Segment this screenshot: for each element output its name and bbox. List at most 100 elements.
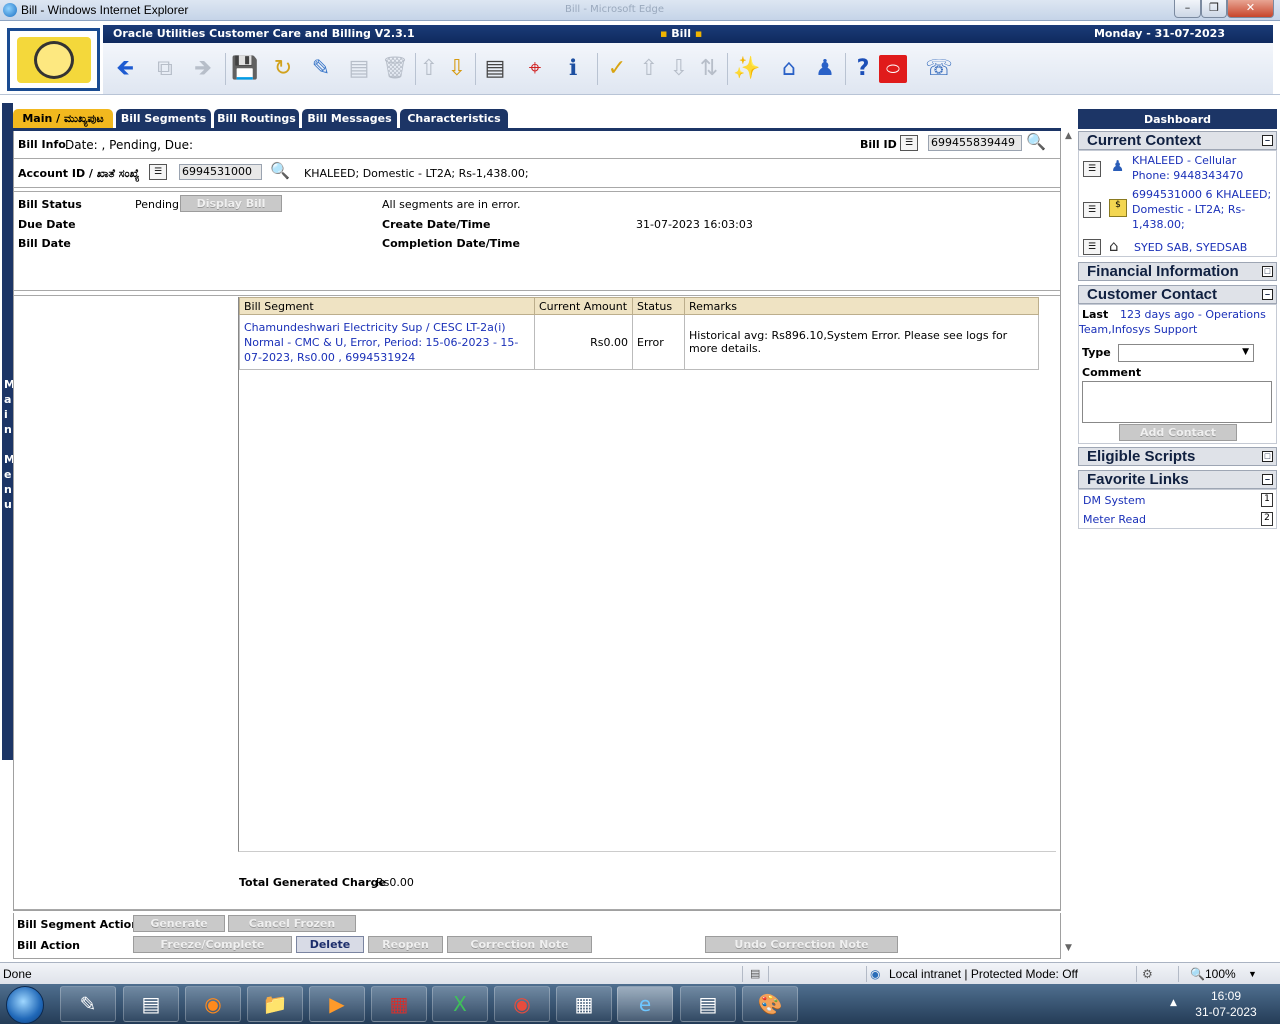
clear-icon[interactable]: ✎: [307, 55, 335, 83]
oracle-icon[interactable]: ⬭: [879, 55, 907, 83]
tab-bill-segments[interactable]: Bill Segments: [116, 109, 211, 129]
zoom-dropdown-icon[interactable]: ▼: [1248, 969, 1257, 979]
explorer-taskbar-icon[interactable]: 📁: [247, 986, 303, 1022]
favorite-link-dm-system[interactable]: DM System: [1083, 493, 1145, 508]
action-panel: Bill Segment Action Generate Cancel Froz…: [13, 913, 1061, 959]
bill-id-field[interactable]: 699455839449: [928, 135, 1022, 151]
tab-characteristics[interactable]: Characteristics: [400, 109, 508, 129]
display-bill-button[interactable]: Display Bill: [180, 195, 282, 212]
delete-button[interactable]: Delete: [296, 936, 364, 953]
zoom-level[interactable]: 100%: [1205, 967, 1236, 981]
financial-information-header[interactable]: Financial Information □: [1078, 262, 1277, 281]
tab-main[interactable]: Main / ಮುಖ್ಯಪುಟ: [13, 109, 113, 129]
context-premise-link[interactable]: SYED SAB, SYEDSAB: [1134, 240, 1276, 255]
delete-icon[interactable]: 🗑: [381, 55, 409, 83]
chrome-taskbar-icon[interactable]: ◉: [494, 986, 550, 1022]
firefox-taskbar-icon[interactable]: ◉: [185, 986, 241, 1022]
status-bar: Done ▤ ◉ Local intranet | Protected Mode…: [0, 962, 1280, 984]
content-scrollbar[interactable]: ▲ ▼: [1064, 131, 1076, 957]
maximize-button[interactable]: ❐: [1201, 0, 1227, 18]
scroll-up-icon[interactable]: ⇧: [415, 55, 443, 83]
bill-info-label: Bill Info: [18, 138, 66, 151]
paint-taskbar-icon[interactable]: 🎨: [742, 986, 798, 1022]
customer-contact-header[interactable]: Customer Contact –: [1078, 285, 1277, 304]
info-icon[interactable]: ℹ: [559, 55, 587, 83]
refresh-icon[interactable]: ↻: [269, 55, 297, 83]
account-id-field[interactable]: 6994531000: [179, 164, 262, 180]
users-icon[interactable]: ♟: [811, 55, 839, 83]
scroll-down-icon[interactable]: ⇩: [443, 55, 471, 83]
person-context-icon[interactable]: ☰: [1083, 161, 1101, 177]
magic-icon[interactable]: ✨: [733, 55, 761, 83]
context-menu-icon[interactable]: ☰: [900, 135, 918, 151]
person-icon: ♟: [1111, 157, 1125, 175]
list-icon[interactable]: ▤: [481, 55, 509, 83]
column-header-bill-segment[interactable]: Bill Segment: [239, 297, 535, 315]
start-button[interactable]: [6, 986, 44, 1024]
remote-desktop-taskbar-icon[interactable]: ▤: [680, 986, 736, 1022]
system-clock[interactable]: 16:09 31-07-2023: [1186, 988, 1266, 1020]
notepad-taskbar-icon[interactable]: ✎: [60, 986, 116, 1022]
correction-note-button[interactable]: Correction Note: [447, 936, 592, 953]
updown-icon[interactable]: ⇅: [695, 55, 723, 83]
context-person-link[interactable]: KHALEED - Cellular Phone: 9448343470: [1132, 153, 1277, 183]
down-icon[interactable]: ⇩: [665, 55, 693, 83]
cancel-frozen-button[interactable]: Cancel Frozen: [228, 915, 356, 932]
tab-bill-routings[interactable]: Bill Routings: [214, 109, 299, 129]
freeze-complete-button[interactable]: Freeze/Complete: [133, 936, 292, 953]
excel-taskbar-icon[interactable]: X: [432, 986, 488, 1022]
add-contact-button[interactable]: Add Contact: [1119, 424, 1237, 441]
favorite-link-meter-read[interactable]: Meter Read: [1083, 512, 1146, 527]
minimize-button[interactable]: –: [1174, 0, 1201, 18]
column-header-remarks[interactable]: Remarks: [684, 297, 1039, 315]
check-icon[interactable]: ✓: [603, 55, 631, 83]
reopen-button[interactable]: Reopen: [368, 936, 443, 953]
context-account-link[interactable]: 6994531000 6 KHALEED; Domestic - LT2A; R…: [1132, 187, 1277, 232]
account-context-icon[interactable]: ☰: [1083, 202, 1101, 218]
copy-icon[interactable]: ⧉: [151, 55, 179, 83]
undo-correction-note-button[interactable]: Undo Correction Note: [705, 936, 898, 953]
create-datetime-value: 31-07-2023 16:03:03: [636, 218, 753, 231]
eligible-scripts-header[interactable]: Eligible Scripts □: [1078, 447, 1277, 466]
media-player-taskbar-icon[interactable]: ▶: [309, 986, 365, 1022]
forward-icon[interactable]: 🡺: [189, 55, 217, 83]
search-icon[interactable]: 🔍: [1026, 133, 1054, 151]
security-zone[interactable]: Local intranet | Protected Mode: Off: [889, 967, 1078, 981]
account-context-menu-icon[interactable]: ☰: [149, 164, 167, 180]
help-icon[interactable]: ?: [849, 55, 877, 83]
completion-datetime-label: Completion Date/Time: [382, 237, 520, 250]
show-hidden-icons-icon[interactable]: ▲: [1170, 998, 1177, 1008]
task-manager-taskbar-icon[interactable]: ▤: [123, 986, 179, 1022]
column-header-status[interactable]: Status: [632, 297, 685, 315]
tab-bill-messages[interactable]: Bill Messages: [302, 109, 397, 129]
remarks-cell: Historical avg: Rs896.10,System Error. P…: [684, 314, 1039, 370]
comment-textarea[interactable]: [1082, 381, 1272, 423]
bill-segment-link[interactable]: Chamundeshwari Electricity Sup / CESC LT…: [239, 314, 535, 370]
back-icon[interactable]: 🡸: [111, 55, 139, 83]
account-search-icon[interactable]: 🔍: [270, 162, 298, 180]
protected-mode-icon[interactable]: ⚙: [1142, 967, 1153, 981]
main-menu-strip[interactable]: Main Menu: [2, 103, 15, 760]
header-date: Monday - 31-07-2023: [1093, 27, 1225, 40]
last-contact-link[interactable]: 123 days ago - Operations Team,Infosys S…: [1079, 307, 1274, 337]
collapse-icon: –: [1262, 289, 1273, 300]
current-context-header[interactable]: Current Context –: [1078, 131, 1277, 150]
close-button[interactable]: ✕: [1227, 0, 1274, 18]
calculator-taskbar-icon[interactable]: ▦: [556, 986, 612, 1022]
type-select[interactable]: ▼: [1118, 344, 1254, 362]
favorite-link-key: 2: [1261, 512, 1273, 526]
column-header-current-amount[interactable]: Current Amount: [534, 297, 633, 315]
premise-context-icon[interactable]: ☰: [1083, 239, 1101, 255]
ie-taskbar-icon[interactable]: e: [617, 986, 673, 1022]
type-label: Type: [1082, 346, 1111, 359]
save-icon[interactable]: 💾: [231, 55, 259, 83]
favorite-links-header[interactable]: Favorite Links –: [1078, 470, 1277, 489]
bill-action-label: Bill Action: [17, 939, 80, 952]
up-icon[interactable]: ⇧: [635, 55, 663, 83]
target-icon[interactable]: ⌖: [521, 55, 549, 83]
duplicate-icon[interactable]: ▤: [345, 55, 373, 83]
home-icon[interactable]: ⌂: [775, 55, 803, 83]
phone-icon[interactable]: ☏: [925, 55, 953, 83]
generate-button[interactable]: Generate: [133, 915, 225, 932]
winrar-taskbar-icon[interactable]: ▦: [371, 986, 427, 1022]
